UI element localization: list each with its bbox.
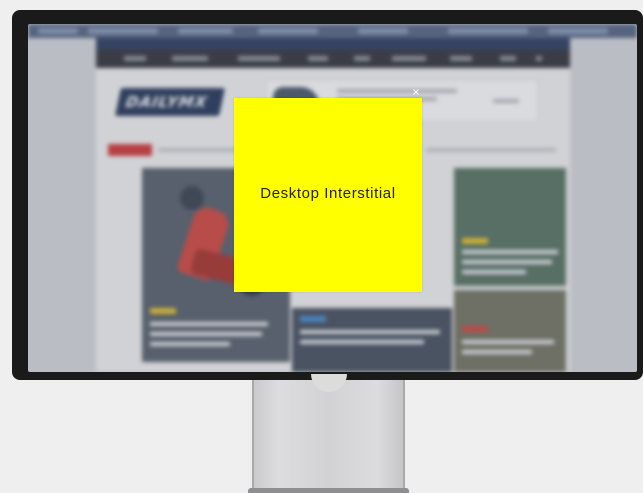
close-icon[interactable]: × bbox=[410, 87, 422, 99]
stand-edge-left bbox=[252, 380, 254, 493]
stand-base bbox=[248, 488, 409, 493]
stand-edge-right bbox=[403, 380, 405, 493]
interstitial-label: Desktop Interstitial bbox=[260, 184, 396, 202]
desktop-interstitial-ad[interactable]: Desktop Interstitial bbox=[234, 98, 422, 292]
monitor-stand bbox=[252, 380, 405, 493]
